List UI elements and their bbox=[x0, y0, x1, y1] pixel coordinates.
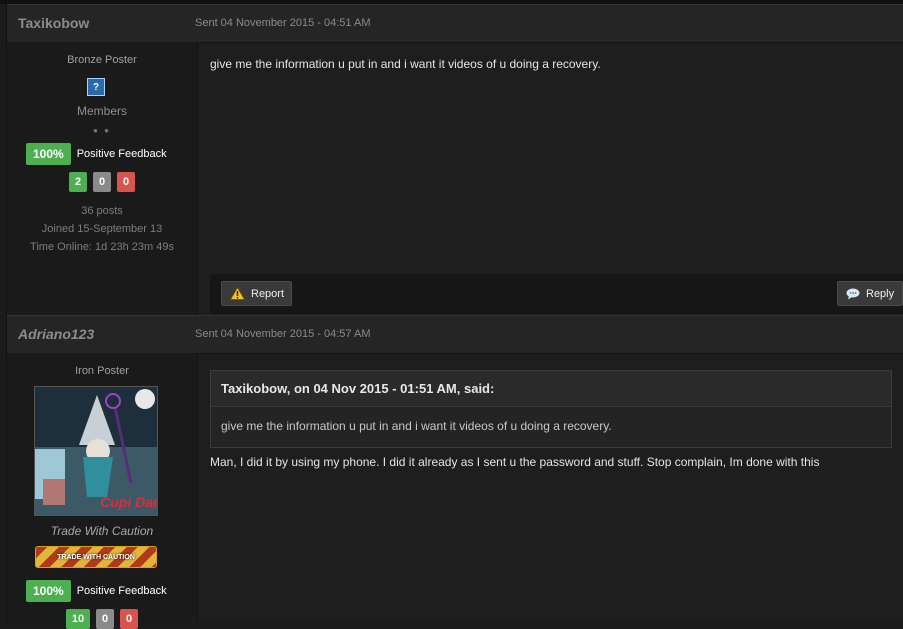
post-header: Taxikobow Sent 04 November 2015 - 04:51 … bbox=[7, 4, 903, 43]
feedback-percent: 100% bbox=[26, 580, 71, 602]
post-2: Adriano123 Sent 04 November 2015 - 04:57… bbox=[6, 315, 903, 629]
post-1: Taxikobow Sent 04 November 2015 - 04:51 … bbox=[6, 4, 903, 316]
negative-count[interactable]: 0 bbox=[120, 609, 138, 629]
reply-label: Reply bbox=[866, 287, 895, 300]
member-group: Members bbox=[76, 104, 127, 118]
feedback-label: Positive Feedback bbox=[76, 585, 167, 597]
trade-caution-badge: TRADE WITH CAUTION bbox=[35, 546, 157, 568]
post-body: Man, I did it by using my phone. I did i… bbox=[210, 455, 820, 469]
feedback-counts: 10 0 0 bbox=[7, 609, 197, 629]
join-date: Joined 15-September 13 bbox=[41, 223, 163, 235]
rank-pips: ● ● bbox=[93, 126, 111, 135]
post-body: give me the information u put in and i w… bbox=[210, 57, 601, 71]
post-date: Sent 04 November 2015 - 04:57 AM bbox=[195, 328, 371, 340]
speech-bubble-icon bbox=[846, 288, 860, 300]
report-button[interactable]: Report bbox=[221, 281, 292, 306]
neutral-count[interactable]: 0 bbox=[93, 172, 111, 192]
feedback-percent: 100% bbox=[26, 143, 71, 165]
quote-text: give me the information u put in and i w… bbox=[221, 419, 612, 433]
warning-icon bbox=[230, 287, 245, 300]
avatar-signature: Cupi Daddy bbox=[100, 494, 157, 510]
author-name[interactable]: Adriano123 bbox=[18, 326, 94, 342]
rank-icon: ? bbox=[87, 78, 105, 96]
author-name[interactable]: Taxikobow bbox=[18, 15, 89, 31]
post-header: Adriano123 Sent 04 November 2015 - 04:57… bbox=[7, 315, 903, 354]
quote-citation: Taxikobow, on 04 Nov 2015 - 01:51 AM, sa… bbox=[211, 371, 891, 407]
author-sidebar: Bronze Poster ? Members ● ● 100% Positiv… bbox=[7, 42, 198, 316]
reply-button[interactable]: Reply bbox=[837, 281, 903, 306]
member-rank: Iron Poster bbox=[75, 365, 129, 377]
neutral-count[interactable]: 0 bbox=[96, 609, 114, 629]
positive-count[interactable]: 2 bbox=[69, 172, 87, 192]
author-sidebar: Iron Poster Cupi Daddy Trade With Cautio… bbox=[7, 353, 198, 629]
member-rank: Bronze Poster bbox=[67, 54, 137, 66]
report-label: Report bbox=[251, 287, 285, 300]
post-date: Sent 04 November 2015 - 04:51 AM bbox=[195, 17, 371, 29]
avatar[interactable]: Cupi Daddy bbox=[34, 386, 158, 516]
feedback-summary[interactable]: 100% Positive Feedback bbox=[26, 143, 167, 165]
negative-count[interactable]: 0 bbox=[117, 172, 135, 192]
time-online: Time Online: 1d 23h 23m 49s bbox=[30, 241, 174, 253]
feedback-summary[interactable]: 100% Positive Feedback bbox=[26, 580, 167, 602]
post-actions: Report Reply bbox=[210, 274, 903, 314]
caution-badge-text: TRADE WITH CAUTION bbox=[57, 553, 135, 561]
positive-count[interactable]: 10 bbox=[66, 609, 90, 629]
quote-block: Taxikobow, on 04 Nov 2015 - 01:51 AM, sa… bbox=[210, 370, 892, 448]
post-count: 36 posts bbox=[81, 205, 123, 217]
member-group: Trade With Caution bbox=[50, 524, 154, 538]
feedback-counts: 2 0 0 bbox=[7, 172, 197, 192]
feedback-label: Positive Feedback bbox=[76, 148, 167, 160]
